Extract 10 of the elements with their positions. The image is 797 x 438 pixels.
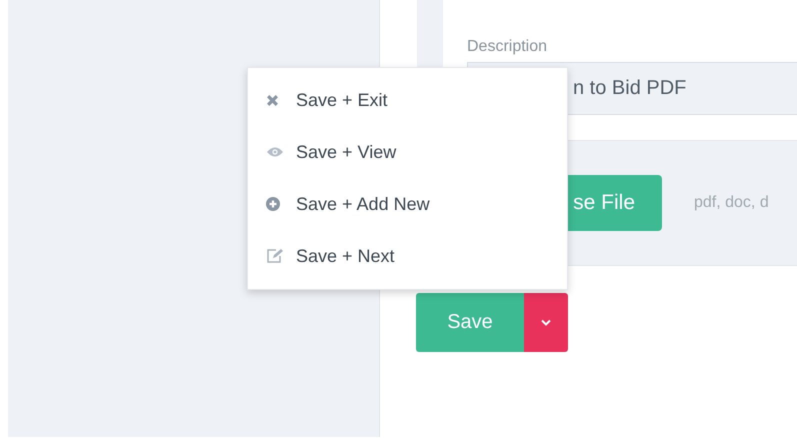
close-icon: [266, 94, 279, 106]
edit-icon: [266, 248, 284, 264]
eye-icon: [266, 146, 284, 158]
caret-icon: [541, 319, 551, 326]
dropdown-button[interactable]: [524, 293, 568, 352]
plus-circle-icon: [266, 197, 280, 211]
menu-item[interactable]: Save + Next: [248, 230, 567, 282]
file-types-text: pdf, doc, d: [694, 194, 769, 212]
menu-item[interactable]: Save + View: [248, 126, 567, 178]
field-label: Description: [467, 37, 548, 57]
